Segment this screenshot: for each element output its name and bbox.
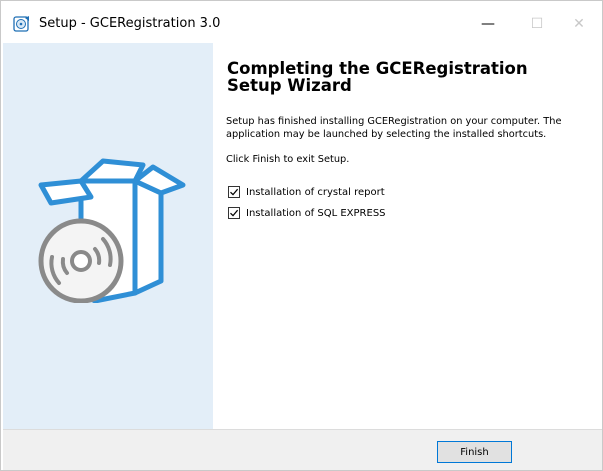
- sql-express-label: Installation of SQL EXPRESS: [246, 207, 386, 219]
- completion-message: Setup has finished installing GCERegistr…: [226, 116, 562, 140]
- sql-express-checkbox[interactable]: [228, 207, 240, 219]
- maximize-button[interactable]: ☐: [517, 9, 557, 39]
- wizard-side-panel: [3, 43, 213, 429]
- checkmark-icon: [230, 188, 239, 196]
- close-button[interactable]: ✕: [559, 9, 599, 39]
- crystal-report-checkbox[interactable]: [228, 186, 240, 198]
- setup-installer-icon: [13, 15, 31, 33]
- wizard-button-bar: Finish: [3, 429, 602, 470]
- option-crystal-report[interactable]: Installation of crystal report: [228, 184, 385, 200]
- window-title: Setup - GCERegistration 3.0: [39, 16, 221, 31]
- title-bar[interactable]: Setup - GCERegistration 3.0 — ☐ ✕: [1, 1, 602, 43]
- finish-button[interactable]: Finish: [437, 441, 512, 463]
- finish-instruction: Click Finish to exit Setup.: [226, 154, 350, 165]
- setup-window: Setup - GCERegistration 3.0 — ☐ ✕ Comple…: [0, 0, 603, 471]
- wizard-content: Completing the GCERegistration Setup Wiz…: [213, 43, 602, 429]
- wizard-heading: Completing the GCERegistration Setup Wiz…: [227, 59, 528, 95]
- open-box-with-cd-icon: [38, 158, 186, 303]
- minimize-button[interactable]: —: [468, 9, 508, 39]
- crystal-report-label: Installation of crystal report: [246, 186, 385, 198]
- checkmark-icon: [230, 209, 239, 217]
- option-sql-express[interactable]: Installation of SQL EXPRESS: [228, 205, 386, 221]
